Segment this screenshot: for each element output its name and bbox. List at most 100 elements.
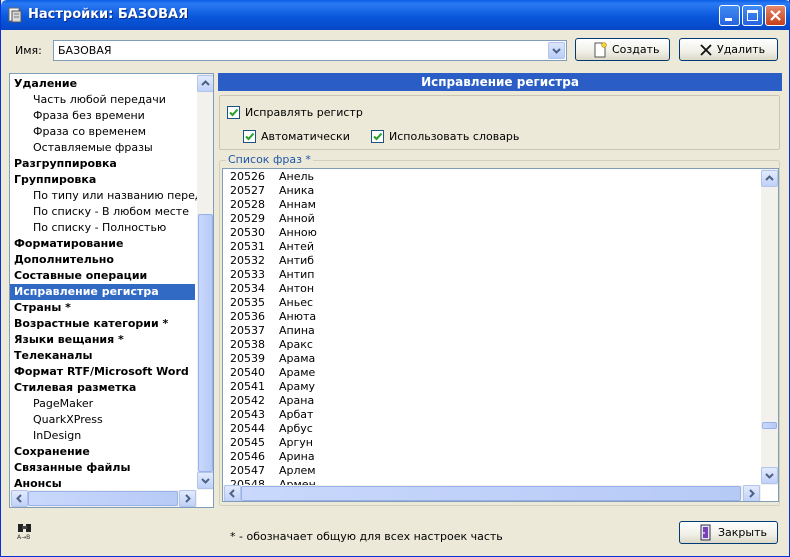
phrase-row[interactable]: 20546 Арина <box>223 450 761 464</box>
phrase-word: Аньес <box>279 296 314 309</box>
phrase-list[interactable]: 20526 Анель 20527 Аника 20528 Аннам 20529 Анной… <box>222 168 779 502</box>
phrase-row[interactable]: 20535 Аньес <box>223 296 761 310</box>
phrase-row[interactable]: 20536 Анюта <box>223 310 761 324</box>
minimize-button[interactable] <box>719 5 740 26</box>
tree-item[interactable]: Страны * <box>10 300 71 316</box>
tree-item[interactable]: PageMaker <box>10 396 93 412</box>
tree-vertical-scrollbar[interactable] <box>197 74 213 490</box>
phrase-row[interactable]: 20531 Антей <box>223 240 761 254</box>
phrase-row[interactable]: 20526 Анель <box>223 170 761 184</box>
phrase-word: Араму <box>279 380 316 393</box>
phrase-row[interactable]: 20547 Арлем <box>223 464 761 478</box>
combo-dropdown-button[interactable] <box>548 42 565 59</box>
phrase-id: 20534 <box>230 282 265 295</box>
name-label: Имя: <box>15 44 42 57</box>
phrase-word: Арбус <box>279 422 313 435</box>
name-combobox[interactable]: БАЗОВАЯ <box>53 40 567 61</box>
phrase-word: Аннам <box>279 198 316 211</box>
phrase-row[interactable]: 20528 Аннам <box>223 198 761 212</box>
tree-hscroll-thumb[interactable] <box>28 491 178 506</box>
close-window-button[interactable] <box>765 5 786 26</box>
phrase-row[interactable]: 20532 Антиб <box>223 254 761 268</box>
list-vertical-scrollbar[interactable] <box>761 169 778 485</box>
chevron-left-icon <box>229 489 235 498</box>
list-hscroll-thumb[interactable] <box>241 486 741 501</box>
create-button-label: Создать <box>612 43 660 56</box>
maximize-button[interactable] <box>742 5 763 26</box>
phrase-id: 20531 <box>230 240 265 253</box>
phrase-row[interactable]: 20540 Араме <box>223 366 761 380</box>
name-value: БАЗОВАЯ <box>58 44 112 57</box>
phrase-word: Арама <box>279 352 316 365</box>
tree-item[interactable]: Возрастные категории * <box>10 316 168 332</box>
phrase-id: 20532 <box>230 254 265 267</box>
phrase-word: Анель <box>279 170 314 183</box>
phrase-id: 20536 <box>230 310 265 323</box>
phrase-row[interactable]: 20541 Араму <box>223 380 761 394</box>
tree-item[interactable]: Разгруппировка <box>10 156 117 172</box>
tree-item[interactable]: Фраза без времени <box>10 108 145 124</box>
list-scroll-thumb[interactable] <box>762 422 777 429</box>
phrase-word: Анюта <box>279 310 317 323</box>
tree-item[interactable]: Стилевая разметка <box>10 380 136 396</box>
phrase-row[interactable]: 20545 Аргун <box>223 436 761 450</box>
tree-item[interactable]: QuarkXPress <box>10 412 103 428</box>
list-scroll-down-button[interactable] <box>761 467 778 484</box>
binoculars-icon[interactable]: A→B <box>15 522 35 540</box>
tree-item[interactable]: Формат RTF/Microsoft Word <box>10 364 189 380</box>
phrase-row[interactable]: 20539 Арама <box>223 352 761 366</box>
tree-item[interactable]: InDesign <box>10 428 81 444</box>
chevron-down-icon <box>765 473 774 479</box>
tree-scroll-right-button[interactable] <box>179 490 196 507</box>
minimize-icon <box>725 18 732 21</box>
tree-scroll-up-button[interactable] <box>197 75 213 92</box>
tree-item[interactable]: Удаление <box>10 76 77 92</box>
phrase-row[interactable]: 20543 Арбат <box>223 408 761 422</box>
phrase-row[interactable]: 20527 Аника <box>223 184 761 198</box>
phrase-id: 20528 <box>230 198 265 211</box>
list-scroll-right-button[interactable] <box>743 485 760 501</box>
phrase-row[interactable]: 20537 Апина <box>223 324 761 338</box>
tree-item[interactable]: Телеканалы <box>10 348 92 364</box>
tree-scroll-down-button[interactable] <box>197 472 213 489</box>
tree-item[interactable]: Фраза со временем <box>10 124 146 140</box>
tree-item[interactable]: Оставляемые фразы <box>10 140 153 156</box>
phrase-word: Аракс <box>279 338 313 351</box>
phrase-row[interactable]: 20529 Анной <box>223 212 761 226</box>
footnote-text: * - обозначает общую для всех настроек ч… <box>230 530 503 543</box>
tree-item[interactable]: Исправление регистра <box>10 284 195 300</box>
tree-item[interactable]: Связанные файлы <box>10 460 130 476</box>
tree-item[interactable]: По списку - Полностью <box>10 220 166 236</box>
phrase-word: Антон <box>279 282 315 295</box>
close-button[interactable]: Закрыть <box>679 521 778 544</box>
tree-scroll-thumb[interactable] <box>198 214 213 472</box>
phrase-row[interactable]: 20533 Антип <box>223 268 761 282</box>
create-button[interactable]: Создать <box>575 38 670 61</box>
phrase-id: 20540 <box>230 366 265 379</box>
phrase-row[interactable]: 20530 Анною <box>223 226 761 240</box>
tree-item[interactable]: По типу или названию передачи <box>10 188 213 204</box>
tree-item[interactable]: Языки вещания * <box>10 332 124 348</box>
phrase-word: Арбат <box>279 408 314 421</box>
phrase-row[interactable]: 20544 Арбус <box>223 422 761 436</box>
close-icon <box>770 10 781 21</box>
list-scroll-left-button[interactable] <box>224 485 241 501</box>
tree-item[interactable]: Сохранение <box>10 444 90 460</box>
tree-item[interactable]: По списку - В любом месте <box>10 204 189 220</box>
tree-item[interactable]: Дополнительно <box>10 252 114 268</box>
phrase-row[interactable]: 20534 Антон <box>223 282 761 296</box>
phrase-row[interactable]: 20538 Аракс <box>223 338 761 352</box>
checkmark-icon <box>243 130 256 143</box>
tree-item[interactable]: Группировка <box>10 172 96 188</box>
list-scroll-up-button[interactable] <box>761 170 778 187</box>
tree-item[interactable]: Форматирование <box>10 236 123 252</box>
delete-button[interactable]: Удалить <box>679 38 778 61</box>
tree-item[interactable]: Составные операции <box>10 268 147 284</box>
svg-text:A→B: A→B <box>17 534 30 540</box>
list-horizontal-scrollbar[interactable] <box>223 485 761 501</box>
phrase-row[interactable]: 20542 Арана <box>223 394 761 408</box>
tree-item[interactable]: Часть любой передачи <box>10 92 166 108</box>
tree-horizontal-scrollbar[interactable] <box>10 490 197 507</box>
tree-scroll-left-button[interactable] <box>11 490 28 507</box>
chevron-down-icon <box>552 48 561 54</box>
